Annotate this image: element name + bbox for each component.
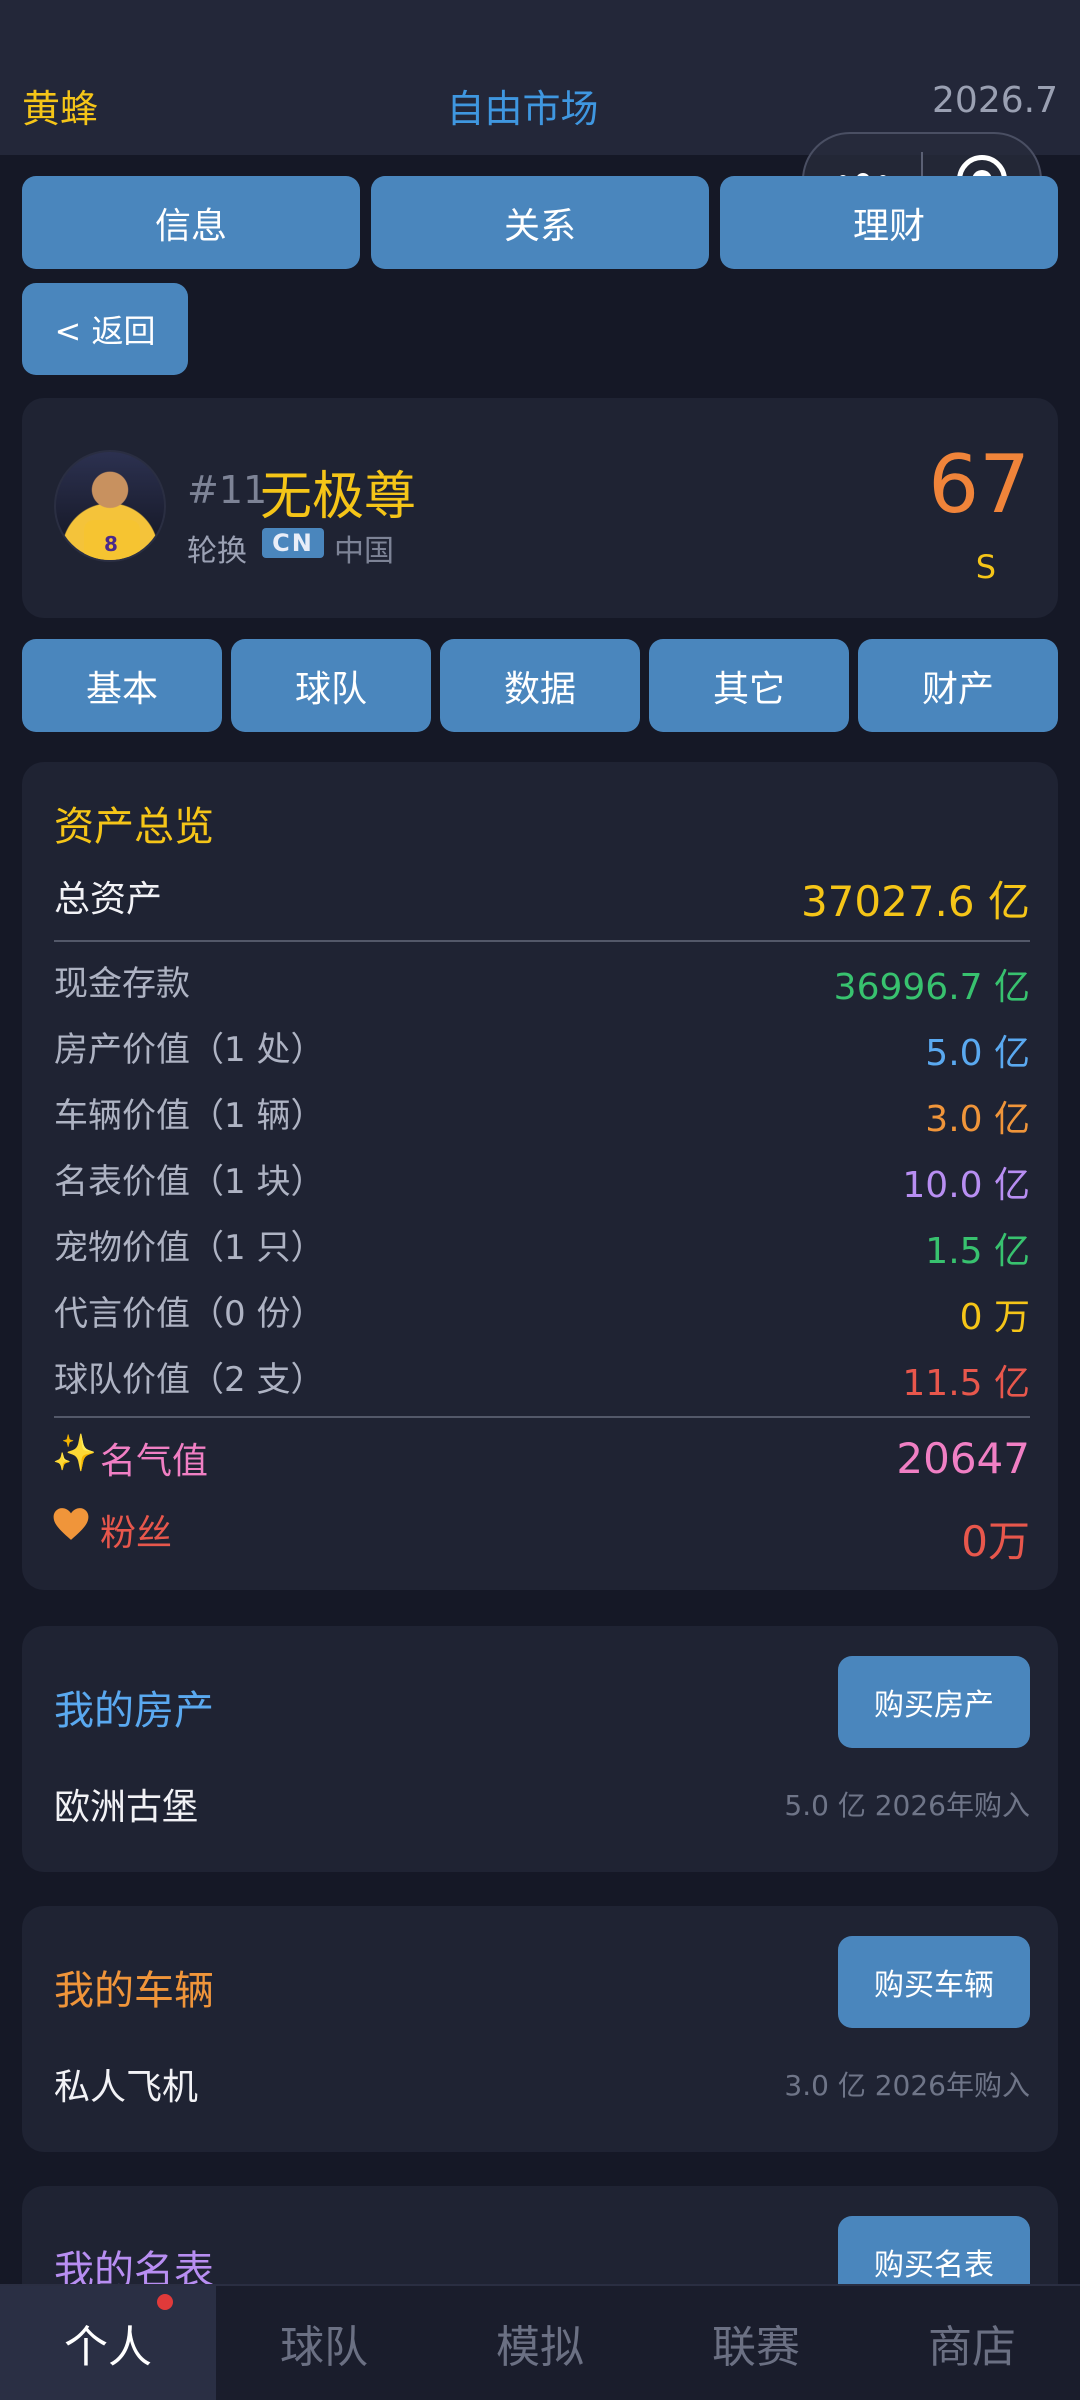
my-watches-card: 我的名表 购买名表: [22, 2186, 1058, 2286]
property-item-meta: 5.0 亿 2026年购入: [784, 1789, 1030, 1822]
player-card: 8 #11 无极尊 轮换 CN 中国 67 S: [22, 398, 1058, 618]
avatar-jersey-number: 8: [104, 532, 118, 556]
my-watches-title: 我的名表: [54, 2248, 214, 2286]
subtab-stats[interactable]: 数据: [440, 639, 640, 732]
fans-label: 粉丝: [100, 1513, 173, 1554]
season-date: 2026.7: [932, 80, 1058, 121]
sparkle-icon: ✨: [52, 1433, 97, 1474]
player-name: 无极尊: [260, 467, 417, 527]
fans-value: 0万: [961, 1517, 1030, 1566]
team-value-label: 球队价值（2 支）: [54, 1360, 325, 1400]
vehicle-item-name: 私人飞机: [54, 2067, 199, 2108]
tab-league-label: 联赛: [712, 2322, 800, 2373]
cash-label: 现金存款: [54, 964, 190, 1004]
watch-value: 10.0 亿: [902, 1165, 1030, 1206]
tab-shop-label: 商店: [928, 2322, 1016, 2373]
total-assets-value: 37027.6 亿: [800, 877, 1030, 926]
player-avatar: 8: [54, 450, 166, 562]
tab-finance[interactable]: 理财: [720, 176, 1058, 269]
pet-value-label: 宠物价值（1 只）: [54, 1228, 325, 1268]
heart-icon: [52, 1506, 90, 1551]
player-rating: 67: [928, 438, 1030, 531]
tab-personal[interactable]: 个人: [0, 2286, 216, 2400]
my-property-card: 我的房产 购买房产 欧洲古堡 5.0 亿 2026年购入: [22, 1626, 1058, 1872]
endorsement-value-label: 代言价值（0 份）: [54, 1294, 325, 1334]
tab-info[interactable]: 信息: [22, 176, 360, 269]
free-market-title[interactable]: 自由市场: [0, 78, 1045, 133]
pet-value: 1.5 亿: [925, 1231, 1030, 1272]
asset-overview-card: 资产总览 总资产 37027.6 亿 现金存款 36996.7 亿 房产价值（1…: [22, 762, 1058, 1590]
country-flag-icon: CN: [262, 528, 324, 558]
tab-relations[interactable]: 关系: [371, 176, 709, 269]
property-value: 5.0 亿: [925, 1033, 1030, 1074]
player-number: #11: [187, 468, 268, 512]
watch-value-label: 名表价值（1 块）: [54, 1162, 325, 1202]
subtab-other[interactable]: 其它: [649, 639, 849, 732]
tab-simulate-label: 模拟: [496, 2322, 584, 2373]
buy-vehicle-button[interactable]: 购买车辆: [838, 1936, 1030, 2028]
buy-watch-button[interactable]: 购买名表: [838, 2216, 1030, 2286]
total-assets-label: 总资产: [54, 879, 163, 920]
back-button[interactable]: < 返回: [22, 283, 188, 375]
vehicle-value-label: 车辆价值（1 辆）: [54, 1096, 325, 1136]
my-property-title: 我的房产: [54, 1688, 214, 1734]
buy-property-button[interactable]: 购买房产: [838, 1656, 1030, 1748]
notification-dot: [157, 2294, 173, 2310]
player-grade: S: [975, 548, 996, 586]
divider: [54, 1416, 1030, 1418]
vehicle-item-meta: 3.0 亿 2026年购入: [784, 2069, 1030, 2102]
property-value-label: 房产价值（1 处）: [54, 1030, 325, 1070]
endorsement-value: 0 万: [959, 1297, 1030, 1338]
tab-league[interactable]: 联赛: [648, 2286, 864, 2400]
subtab-basic[interactable]: 基本: [22, 639, 222, 732]
subtab-team[interactable]: 球队: [231, 639, 431, 732]
property-item-name: 欧洲古堡: [54, 1787, 199, 1828]
fame-label: 名气值: [100, 1441, 209, 1482]
player-country: 中国: [334, 534, 394, 569]
asset-overview-title: 资产总览: [54, 804, 214, 850]
divider: [54, 940, 1030, 942]
subtab-assets[interactable]: 财产: [858, 639, 1058, 732]
player-role: 轮换: [187, 534, 247, 569]
tab-personal-label: 个人: [64, 2322, 152, 2373]
tab-simulate[interactable]: 模拟: [432, 2286, 648, 2400]
tab-team-label: 球队: [280, 2322, 368, 2373]
cash-value: 36996.7 亿: [833, 967, 1030, 1008]
my-vehicles-card: 我的车辆 购买车辆 私人飞机 3.0 亿 2026年购入: [22, 1906, 1058, 2152]
my-vehicles-title: 我的车辆: [54, 1968, 214, 2014]
team-value: 11.5 亿: [902, 1363, 1030, 1404]
fame-value: 20647: [896, 1434, 1030, 1483]
bottom-tab-bar: 个人 球队 模拟 联赛 商店: [0, 2284, 1080, 2400]
tab-team-bottom[interactable]: 球队: [216, 2286, 432, 2400]
tab-shop[interactable]: 商店: [864, 2286, 1080, 2400]
vehicle-value: 3.0 亿: [925, 1099, 1030, 1140]
